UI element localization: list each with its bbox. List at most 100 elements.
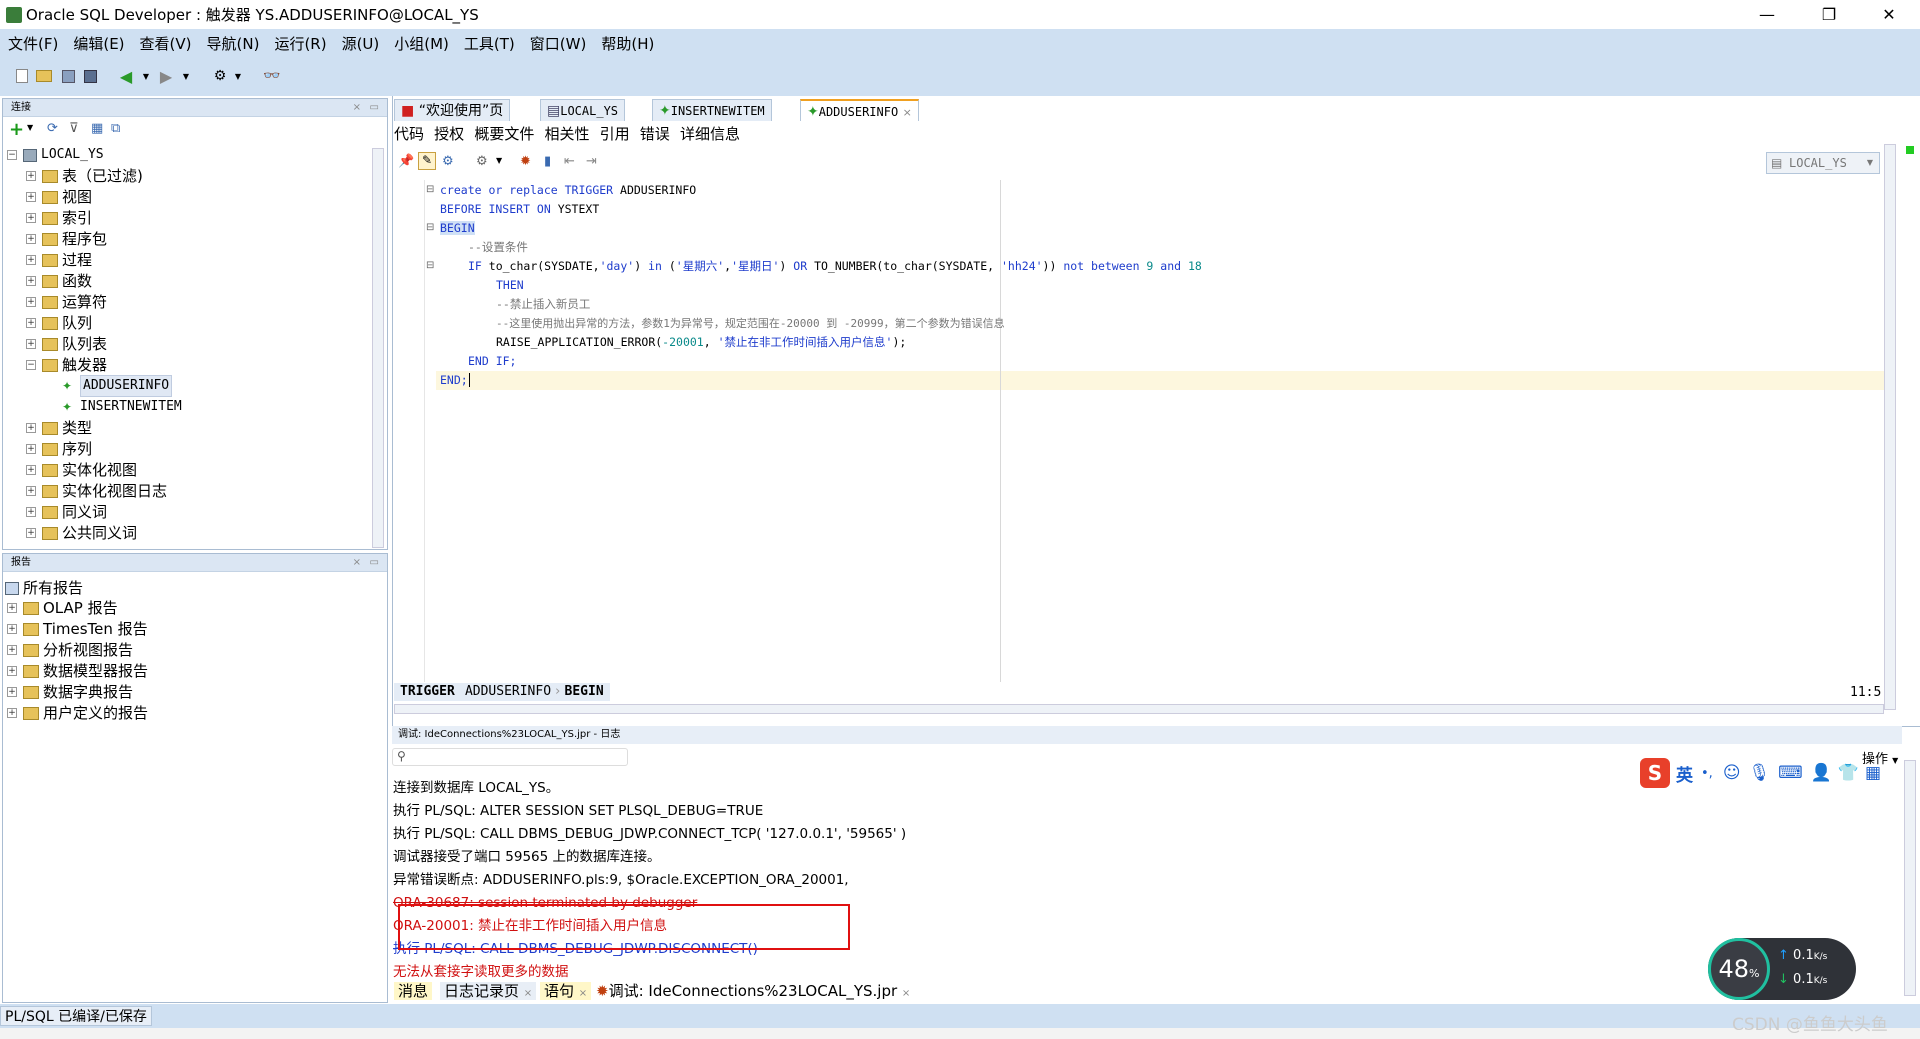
menu-tools[interactable]: 工具(T) [464, 33, 515, 54]
close-icon[interactable]: × [903, 106, 912, 119]
tab-debug[interactable]: ✹调试: IdeConnections%23LOCAL_YS.jpr × [592, 982, 915, 1000]
minimize-button[interactable]: — [1744, 0, 1790, 29]
subtab-details[interactable]: 详细信息 [680, 125, 740, 143]
expand-icon[interactable]: + [26, 339, 36, 349]
reports-root[interactable]: 所有报告 [5, 578, 83, 598]
breadcrumb-item[interactable]: BEGIN [565, 684, 604, 699]
tree-node[interactable]: + 视图 [26, 187, 92, 207]
compile-icon[interactable]: ⚙ [442, 154, 454, 169]
expand-icon[interactable]: + [26, 318, 36, 328]
next-bookmark-icon[interactable]: ⇥ [586, 154, 597, 169]
expand-icon[interactable]: + [26, 255, 36, 265]
maximize-button[interactable]: ❐ [1806, 0, 1852, 29]
expand-icon[interactable]: + [26, 465, 36, 475]
sogou-logo-icon[interactable]: S [1640, 758, 1670, 788]
minimize-panel-icon[interactable]: ▭ [370, 554, 379, 572]
expand-icon[interactable]: + [7, 687, 17, 697]
tab-adduserinfo[interactable]: ✦ADDUSERINFO × [800, 99, 919, 121]
pin-icon[interactable]: 📌 [398, 154, 414, 169]
code-line-8[interactable]: --这里使用抛出异常的方法，参数1为异常号，规定范围在-20000 到 -209… [496, 314, 1005, 333]
tree-node[interactable]: + 同义词 [26, 502, 107, 522]
close-window-button[interactable]: ✕ [1866, 0, 1912, 29]
collapse-icon[interactable]: − [26, 360, 36, 370]
expand-icon[interactable]: + [7, 624, 17, 634]
code-line-3[interactable]: BEGIN [440, 219, 475, 238]
expand-icon[interactable]: + [26, 423, 36, 433]
fold-icon[interactable]: ⊟ [426, 222, 434, 233]
debug-icon[interactable]: ✹ [520, 154, 531, 169]
expand-icon[interactable]: + [26, 507, 36, 517]
code-line-1[interactable]: create or replace TRIGGER ADDUSERINFO [440, 181, 696, 200]
menu-help[interactable]: 帮助(H) [601, 33, 654, 54]
edit-icon[interactable]: ✎ [418, 152, 436, 170]
tree-node-trigger[interactable]: ✦ ADDUSERINFO [62, 375, 173, 397]
log-scrollbar[interactable] [1904, 760, 1916, 996]
code-line-5[interactable]: IF to_char(SYSDATE,'day') in ('星期六','星期日… [468, 257, 1202, 276]
tree-node[interactable]: + 实体化视图日志 [26, 481, 167, 501]
tree-node[interactable]: + 程序包 [26, 229, 107, 249]
keyboard-icon[interactable]: ⌨ [1778, 763, 1803, 783]
expand-icon[interactable]: + [26, 171, 36, 181]
expand-icon[interactable]: + [7, 708, 17, 718]
subtab-dependencies[interactable]: 相关性 [544, 125, 589, 143]
fold-icon[interactable]: ⊟ [426, 184, 434, 195]
subtab-profile[interactable]: 概要文件 [474, 125, 534, 143]
close-icon[interactable]: × [353, 554, 361, 572]
code-line-6[interactable]: THEN [496, 276, 524, 295]
code-line-7[interactable]: --禁止插入新员工 [496, 295, 590, 314]
tree-node-trigger[interactable]: ✦ INSERTNEWITEM [62, 397, 182, 417]
report-node[interactable]: + 数据字典报告 [7, 682, 133, 702]
expand-icon[interactable]: + [26, 444, 36, 454]
tab-logging[interactable]: 日志记录页 × [440, 982, 537, 1000]
code-line-10[interactable]: END IF; [468, 352, 516, 371]
tree-node[interactable]: + 函数 [26, 271, 92, 291]
close-icon[interactable]: × [524, 988, 532, 999]
subtab-references[interactable]: 引用 [600, 125, 630, 143]
code-line-2[interactable]: BEFORE INSERT ON YSTEXT [440, 200, 599, 219]
vertical-scrollbar[interactable] [1884, 144, 1896, 710]
tab-insertnewitem[interactable]: ✦INSERTNEWITEM [652, 99, 772, 121]
tree-node[interactable]: + 实体化视图 [26, 460, 137, 480]
skin-icon[interactable]: 👕 [1838, 763, 1859, 783]
expand-icon[interactable]: + [7, 645, 17, 655]
breadcrumb-item[interactable]: TRIGGER [400, 684, 455, 699]
tree-node[interactable]: + 队列 [26, 313, 92, 333]
menu-window[interactable]: 窗口(W) [530, 33, 587, 54]
network-widget[interactable]: 48% ↑ 0.1K/s ↓ 0.1K/s [1708, 938, 1856, 1000]
emoji-icon[interactable]: ☺ [1723, 763, 1741, 783]
code-line-4[interactable]: --设置条件 [468, 238, 528, 257]
report-node[interactable]: + OLAP 报告 [7, 598, 118, 618]
expand-icon[interactable]: + [7, 603, 17, 613]
horizontal-scrollbar[interactable] [394, 704, 1884, 714]
menu-team[interactable]: 小组(M) [394, 33, 449, 54]
code-line-11[interactable]: END; [440, 371, 470, 390]
tree-node[interactable]: + 队列表 [26, 334, 107, 354]
run-icon[interactable]: ⚙ [476, 154, 488, 169]
fold-icon[interactable]: ⊟ [426, 260, 434, 271]
tree-node[interactable]: + 类型 [26, 418, 92, 438]
expand-icon[interactable]: + [26, 486, 36, 496]
tree-node[interactable]: + 公共同义词 [26, 523, 137, 543]
expand-icon[interactable]: + [26, 234, 36, 244]
tree-node[interactable]: − 触发器 [26, 355, 107, 375]
subtab-grants[interactable]: 授权 [434, 125, 464, 143]
tree-node[interactable]: + 表（已过滤) [26, 166, 143, 186]
expand-icon[interactable]: + [26, 276, 36, 286]
expand-icon[interactable]: + [7, 666, 17, 676]
bookmark-icon[interactable]: ▮ [544, 154, 551, 169]
expand-icon[interactable]: + [26, 528, 36, 538]
tree-node[interactable]: + 运算符 [26, 292, 107, 312]
code-line-9[interactable]: RAISE_APPLICATION_ERROR(-20001, '禁止在非工作时… [496, 333, 906, 352]
run-dropdown-icon[interactable]: ▼ [496, 156, 502, 165]
punctuation-icon[interactable]: •, [1701, 766, 1713, 781]
user-icon[interactable]: 👤 [1811, 763, 1832, 783]
tab-welcome[interactable]: ■ “欢迎使用”页 [394, 99, 511, 121]
tree-node[interactable]: + 过程 [26, 250, 92, 270]
close-icon[interactable]: × [902, 988, 910, 999]
ime-language[interactable]: 英 [1676, 761, 1693, 786]
expand-icon[interactable]: + [26, 192, 36, 202]
subtab-code[interactable]: 代码 [394, 125, 424, 143]
close-icon[interactable]: × [579, 988, 587, 999]
menu-grid-icon[interactable]: ▦ [1865, 763, 1881, 783]
tab-statements[interactable]: 语句 × [540, 982, 592, 1000]
